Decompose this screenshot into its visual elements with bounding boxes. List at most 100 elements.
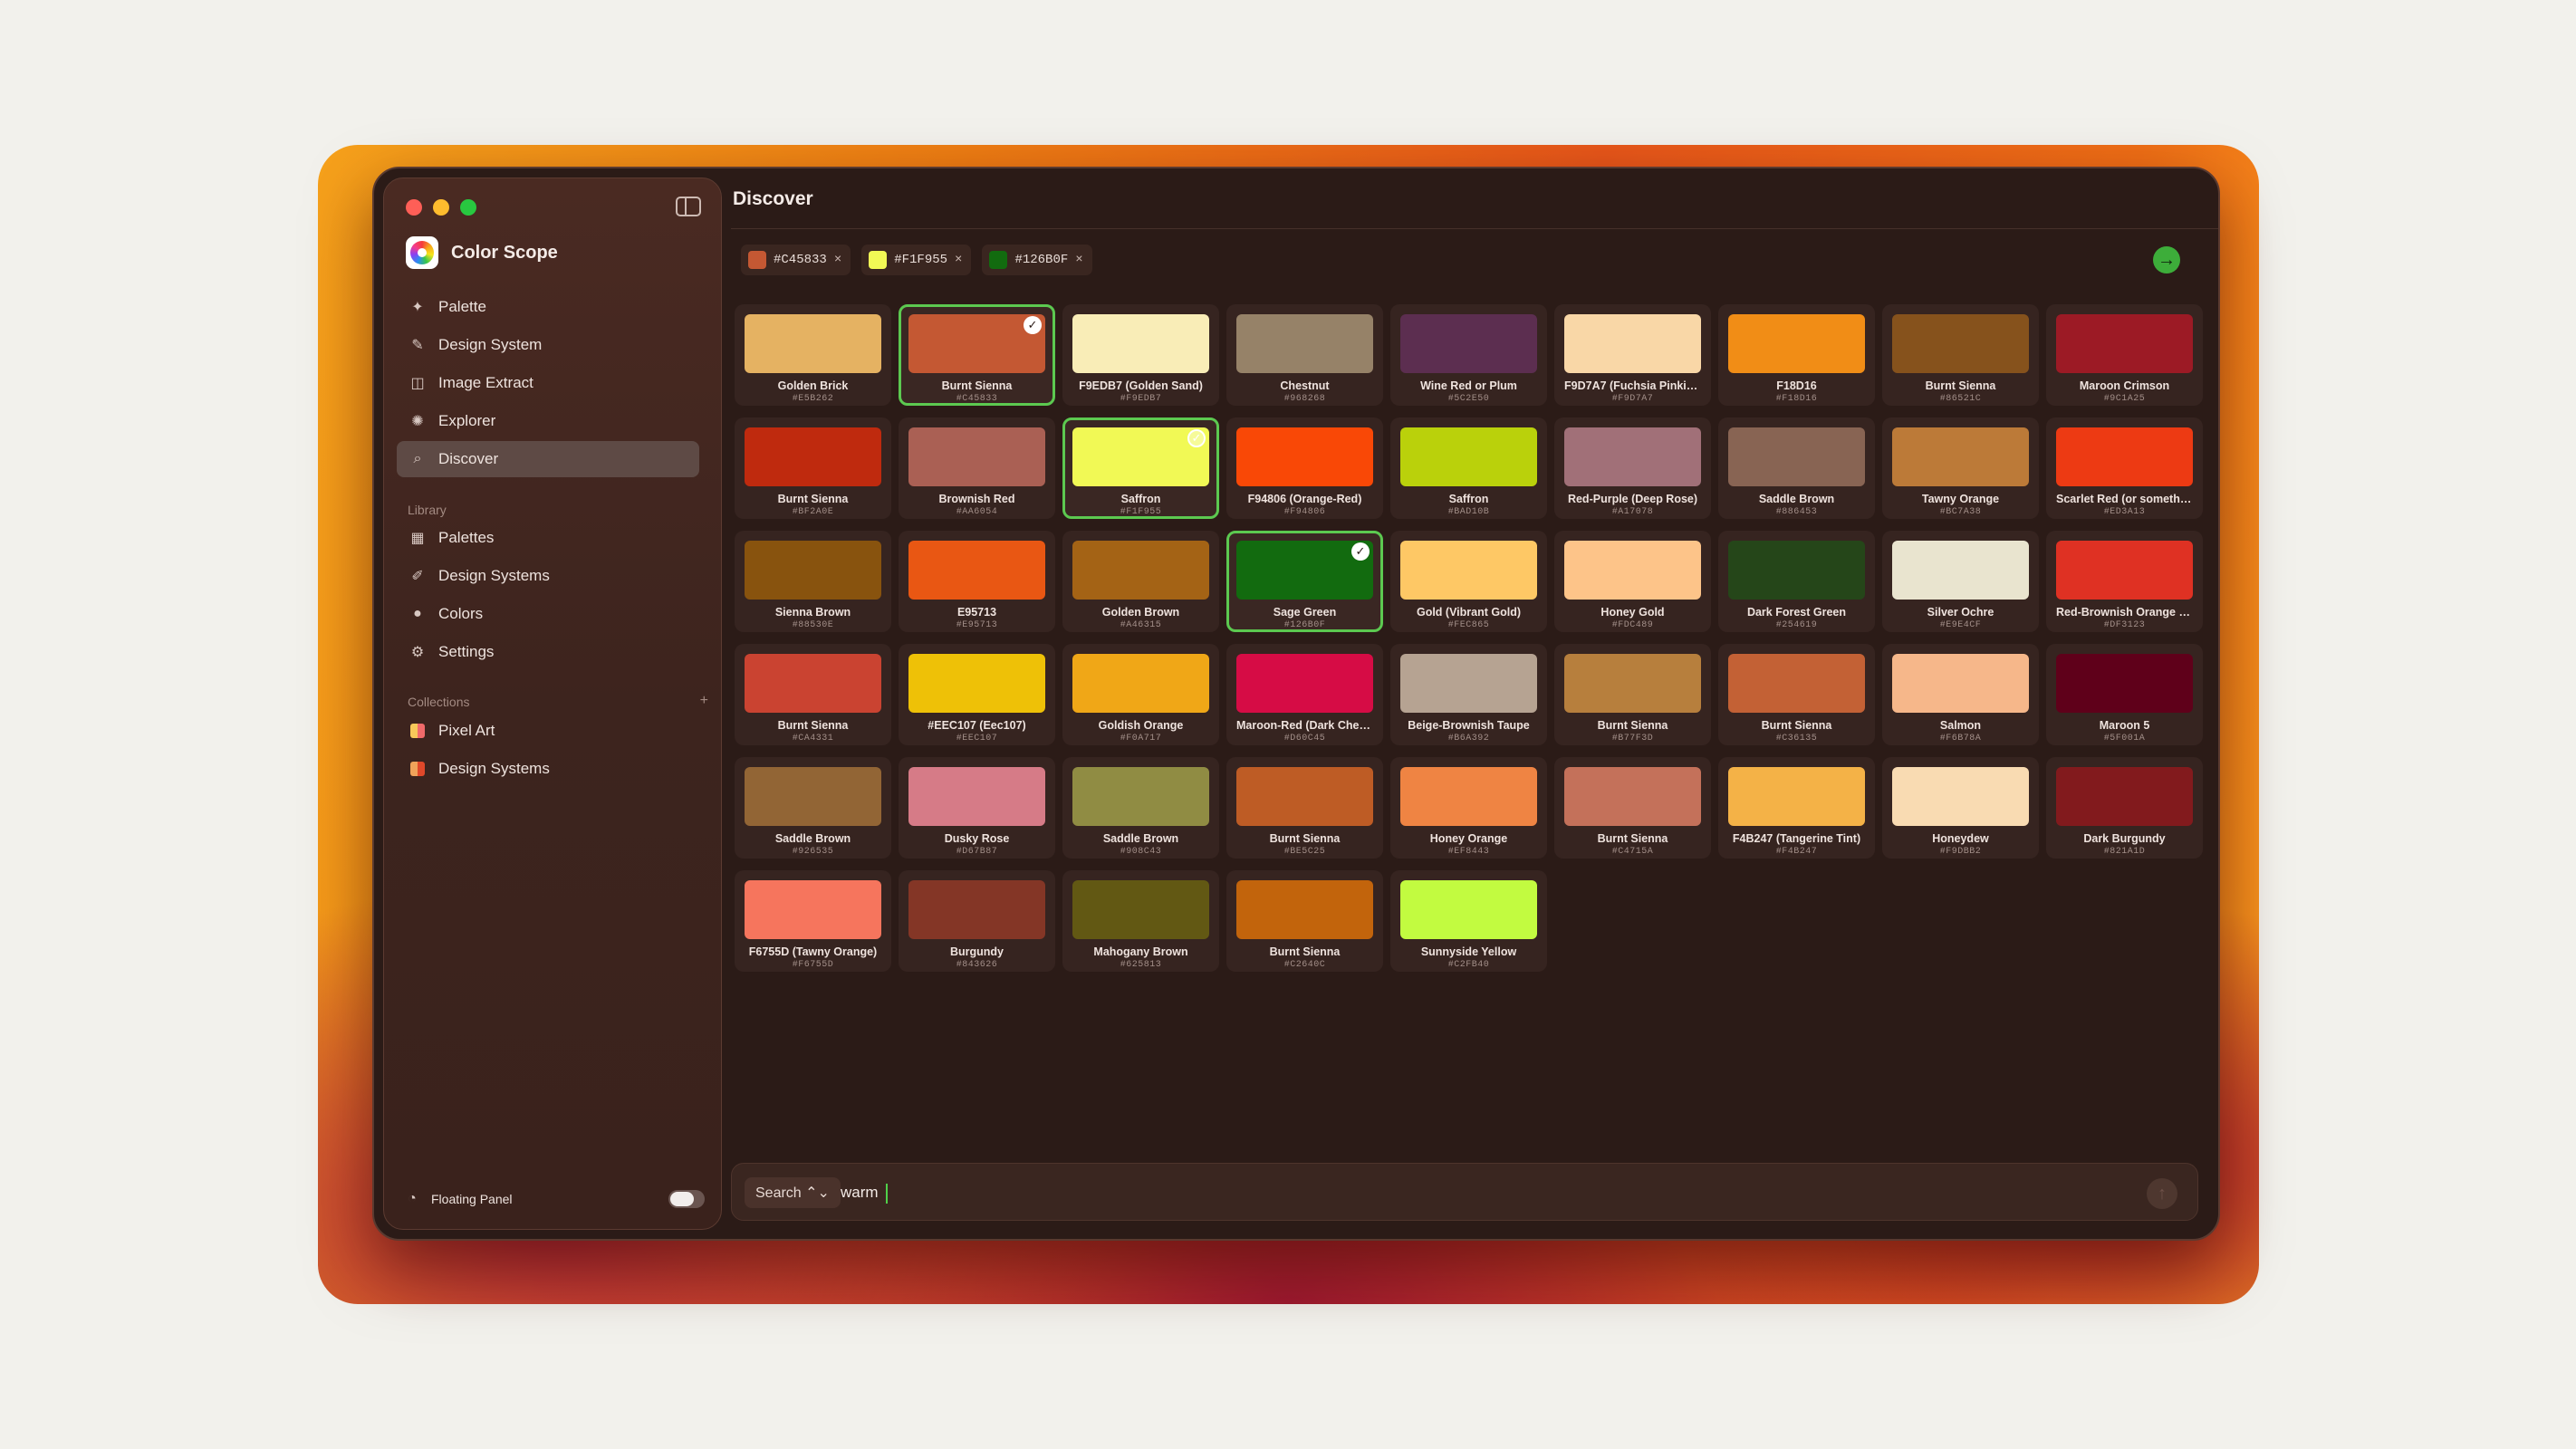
color-card[interactable]: Scarlet Red (or something) #ED3A13 [2046,417,2203,519]
color-card[interactable]: Maroon 5 #5F001A [2046,644,2203,745]
color-card[interactable]: Maroon-Red (Dark Cherry) #D60C45 [1226,644,1383,745]
color-card[interactable]: Burnt Sienna #B77F3D [1554,644,1711,745]
color-name: Goldish Orange [1098,719,1184,732]
color-card[interactable]: Tawny Orange #BC7A38 [1882,417,2039,519]
color-card[interactable]: Golden Brick #E5B262 [735,304,891,406]
color-card[interactable]: Saffron #F1F955 ✓ [1062,417,1219,519]
send-button[interactable]: ↑ [2147,1178,2177,1209]
color-swatch [1400,314,1537,373]
color-card[interactable]: Mahogany Brown #625813 [1062,870,1219,972]
floating-panel-toggle[interactable] [668,1190,705,1208]
color-swatch [745,654,881,713]
color-card[interactable]: Honey Orange #EF8443 [1390,757,1547,859]
color-card[interactable]: F6755D (Tawny Orange) #F6755D [735,870,891,972]
minimize-window-button[interactable] [433,199,449,216]
close-window-button[interactable] [406,199,422,216]
color-swatch [1400,427,1537,486]
color-card[interactable]: Burnt Sienna #CA4331 [735,644,891,745]
color-hex: #F6755D [792,960,834,970]
remove-chip-icon[interactable]: × [1075,253,1082,267]
color-hex: #BF2A0E [792,507,834,517]
color-card[interactable]: Dark Burgundy #821A1D [2046,757,2203,859]
color-card[interactable]: Brownish Red #AA6054 [899,417,1055,519]
color-card[interactable]: E95713 #E95713 [899,531,1055,632]
color-card[interactable]: Burgundy #843626 [899,870,1055,972]
sidebar-item-image-extract[interactable]: ◫ Image Extract [397,365,699,401]
color-card[interactable]: Wine Red or Plum #5C2E50 [1390,304,1547,406]
sidebar-item-colors[interactable]: ● Colors [397,596,699,632]
collection-item-pixel-art[interactable]: Pixel Art [397,713,699,749]
color-chip[interactable]: #C45833 × [741,245,851,275]
collection-item-design-systems[interactable]: Design Systems [397,751,699,787]
color-card[interactable]: Red-Purple (Deep Rose) #A17078 [1554,417,1711,519]
color-card[interactable]: Goldish Orange #F0A717 [1062,644,1219,745]
circle-icon: ● [413,606,422,621]
color-hex: #F6B78A [1939,734,1982,744]
sidebar-item-explorer[interactable]: ✺ Explorer [397,403,699,439]
color-card[interactable]: Saddle Brown #886453 [1718,417,1875,519]
color-name: Burnt Sienna [941,379,1013,392]
color-card[interactable]: F18D16 #F18D16 [1718,304,1875,406]
color-card[interactable]: Chestnut #968268 [1226,304,1383,406]
sidebar-item-design-system[interactable]: ✎ Design System [397,327,699,363]
chip-swatch [869,251,888,269]
color-chip[interactable]: #F1F955 × [861,245,972,275]
go-arrow-button[interactable]: → [2153,246,2180,273]
color-card[interactable]: Sunnyside Yellow #C2FB40 [1390,870,1547,972]
color-card[interactable]: Dark Forest Green #254619 [1718,531,1875,632]
color-card[interactable]: F9D7A7 (Fuchsia Pinkish) #F9D7A7 [1554,304,1711,406]
sidebar-item-design-systems[interactable]: ✐ Design Systems [397,558,699,594]
color-card[interactable]: Saffron #BAD10B [1390,417,1547,519]
color-card[interactable]: Honey Gold #FDC489 [1554,531,1711,632]
checkmark-icon: ✓ [1187,429,1206,447]
app-window: Color Scope ✦ Palette ✎ Design System ◫ Image… [372,167,2220,1241]
color-card[interactable]: Burnt Sienna #C4715A [1554,757,1711,859]
sidebar-item-discover[interactable]: ⌕ Discover [397,441,699,477]
color-card[interactable]: Burnt Sienna #BE5C25 [1226,757,1383,859]
color-card[interactable]: Silver Ochre #E9E4CF [1882,531,2039,632]
color-chip[interactable]: #126B0F × [982,245,1092,275]
color-card[interactable]: Golden Brown #A46315 [1062,531,1219,632]
color-name: Brownish Red [938,493,1015,505]
search-input[interactable] [841,1178,2018,1207]
color-card[interactable]: F9EDB7 (Golden Sand) #F9EDB7 [1062,304,1219,406]
search-mode-select[interactable]: Search ⌃⌄ [745,1177,841,1208]
color-card[interactable]: Saddle Brown #908C43 [1062,757,1219,859]
color-hex: #BE5C25 [1283,847,1326,857]
sidebar-item-settings[interactable]: ⚙ Settings [397,634,699,670]
color-card[interactable]: F4B247 (Tangerine Tint) #F4B247 [1718,757,1875,859]
color-card[interactable]: Maroon Crimson #9C1A25 [2046,304,2203,406]
color-name: F18D16 [1776,379,1817,392]
color-card[interactable]: F94806 (Orange-Red) #F94806 [1226,417,1383,519]
grid-icon: ▦ [410,531,425,546]
sidebar-item-palette[interactable]: ✦ Palette [397,289,699,325]
color-card[interactable]: Burnt Sienna #C2640C [1226,870,1383,972]
color-hex: #AA6054 [956,507,998,517]
color-swatch [1892,427,2029,486]
color-name: Red-Purple (Deep Rose) [1567,493,1698,505]
color-card[interactable]: Burnt Sienna #C36135 [1718,644,1875,745]
color-card[interactable]: Sienna Brown #88530E [735,531,891,632]
color-card[interactable]: Salmon #F6B78A [1882,644,2039,745]
color-card[interactable]: Saddle Brown #926535 [735,757,891,859]
add-collection-button[interactable]: + [700,693,708,709]
color-card[interactable]: Burnt Sienna #BF2A0E [735,417,891,519]
color-card[interactable]: Burnt Sienna #C45833 ✓ [899,304,1055,406]
color-card[interactable]: Sage Green #126B0F ✓ [1226,531,1383,632]
sidebar-toggle-icon[interactable] [676,197,701,216]
color-hex: #FEC865 [1447,620,1490,630]
remove-chip-icon[interactable]: × [834,253,841,267]
remove-chip-icon[interactable]: × [955,253,962,267]
sidebar-item-palettes[interactable]: ▦ Palettes [397,520,699,556]
zoom-window-button[interactable] [460,199,476,216]
color-name: Sienna Brown [774,606,851,619]
color-card[interactable]: Burnt Sienna #86521C [1882,304,2039,406]
color-card[interactable]: #EEC107 (Eec107) #EEC107 [899,644,1055,745]
color-card[interactable]: Beige-Brownish Taupe #B6A392 [1390,644,1547,745]
color-card[interactable]: Gold (Vibrant Gold) #FEC865 [1390,531,1547,632]
color-card[interactable]: Dusky Rose #D67B87 [899,757,1055,859]
sidebar-item-label: Discover [438,450,499,467]
color-name: Wine Red or Plum [1420,379,1517,392]
color-card[interactable]: Honeydew #F9DBB2 [1882,757,2039,859]
color-card[interactable]: Red-Brownish Orange (Burnt)#DF3123 [2046,531,2203,632]
